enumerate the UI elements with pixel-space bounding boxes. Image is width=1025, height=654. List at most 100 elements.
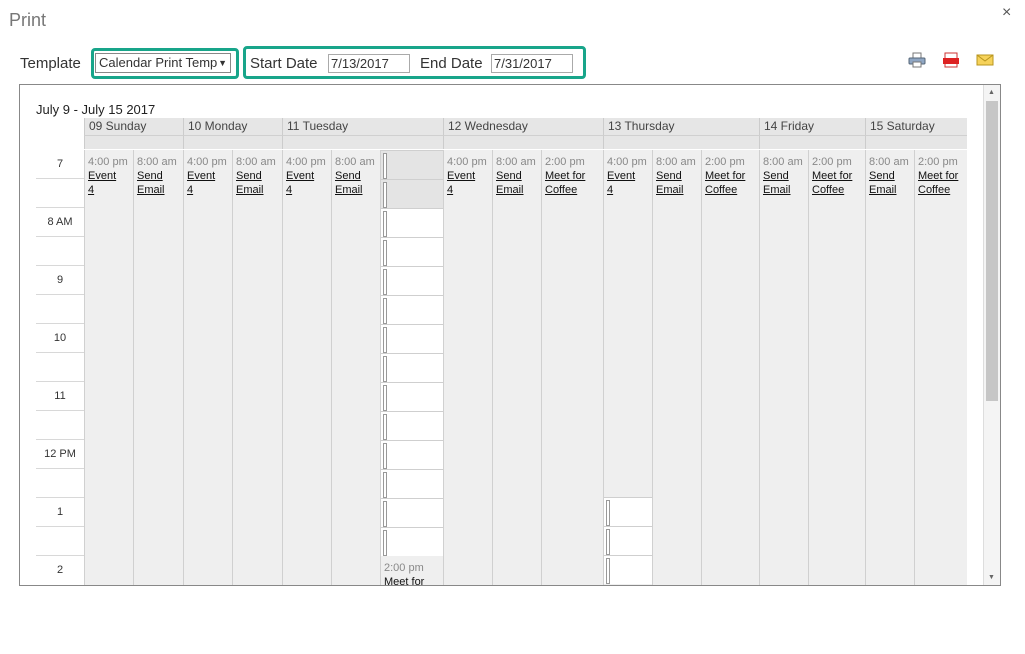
scrollbar-thumb[interactable] (986, 101, 998, 401)
event-title-link[interactable]: Meet for (384, 575, 424, 585)
calendar-event[interactable]: 2:00 pm Meet for (384, 561, 424, 585)
day-column (914, 150, 967, 585)
day-allday-row (759, 135, 865, 149)
hour-label: 2 (56, 564, 64, 576)
scroll-down-icon[interactable]: ▼ (988, 574, 995, 581)
time-slot[interactable] (381, 440, 443, 469)
slot-marker (606, 500, 610, 526)
event-title-link[interactable]: Email (763, 183, 803, 197)
time-slot[interactable] (381, 266, 443, 295)
calendar-event[interactable]: 4:00 pm Event 4 (187, 155, 227, 197)
day-header: 15 Saturday (865, 118, 967, 135)
calendar-event[interactable]: 2:00 pm Meet for Coffee (705, 155, 745, 197)
calendar-event[interactable]: 4:00 pm Event 4 (447, 155, 487, 197)
event-title-link[interactable]: Coffee (705, 183, 745, 197)
event-title-link[interactable]: Meet for (812, 169, 852, 183)
event-title-link[interactable]: Event (447, 169, 487, 183)
calendar-event[interactable]: 2:00 pm Meet for Coffee (918, 155, 958, 197)
event-title-link[interactable]: Send (236, 169, 276, 183)
event-title-link[interactable]: Email (137, 183, 177, 197)
day-column (331, 150, 380, 585)
calendar-event[interactable]: 8:00 am Send Email (335, 155, 375, 197)
day-allday-row (865, 135, 967, 149)
chevron-down-icon: ▼ (218, 58, 227, 68)
event-title-link[interactable]: Coffee (812, 183, 852, 197)
time-slot[interactable] (604, 555, 652, 584)
time-slot[interactable] (381, 411, 443, 440)
day-column (443, 150, 492, 585)
day-column (652, 150, 701, 585)
slot-marker (383, 153, 387, 179)
calendar-event[interactable]: 8:00 am Send Email (137, 155, 177, 197)
event-title-link[interactable]: Meet for (918, 169, 958, 183)
time-slot[interactable] (381, 353, 443, 382)
event-title-link[interactable]: Coffee (918, 183, 958, 197)
time-slot[interactable] (604, 526, 652, 555)
time-slot[interactable] (381, 498, 443, 527)
event-time: 4:00 pm (286, 156, 326, 168)
time-slot[interactable] (381, 527, 443, 556)
time-slot[interactable] (381, 179, 443, 208)
event-title-link[interactable]: Event (607, 169, 647, 183)
event-title-link[interactable]: 4 (607, 183, 647, 197)
start-date-input[interactable]: 7/13/2017 (328, 54, 410, 73)
time-slot[interactable] (381, 150, 443, 179)
week-title: July 9 - July 15 2017 (36, 102, 156, 117)
event-title-link[interactable]: 4 (447, 183, 487, 197)
event-title-link[interactable]: Meet for (705, 169, 745, 183)
scroll-up-icon[interactable]: ▲ (988, 89, 995, 96)
calendar-event[interactable]: 2:00 pm Meet for Coffee (812, 155, 852, 197)
calendar-event[interactable]: 8:00 am Send Email (236, 155, 276, 197)
event-title-link[interactable]: Event (88, 169, 128, 183)
day-header: 10 Monday (183, 118, 282, 135)
printer-icon[interactable] (908, 52, 926, 68)
time-slot[interactable] (604, 497, 652, 526)
email-icon[interactable] (976, 52, 994, 68)
close-icon[interactable]: × (1002, 4, 1011, 22)
event-title-link[interactable]: 4 (187, 183, 227, 197)
event-title-link[interactable]: Email (656, 183, 696, 197)
calendar-event[interactable]: 8:00 am Send Email (763, 155, 803, 197)
event-title-link[interactable]: Event (286, 169, 326, 183)
calendar-event[interactable]: 8:00 am Send Email (869, 155, 909, 197)
hour-label: 12 PM (44, 448, 76, 460)
day-column (183, 150, 232, 585)
event-title-link[interactable]: Email (335, 183, 375, 197)
time-slot[interactable] (381, 237, 443, 266)
event-title-link[interactable]: Send (763, 169, 803, 183)
template-select[interactable]: Calendar Print Temp ▼ (95, 53, 231, 73)
event-title-link[interactable]: Meet for (545, 169, 585, 183)
event-title-link[interactable]: Send (869, 169, 909, 183)
event-title-link[interactable]: Send (496, 169, 536, 183)
event-title-link[interactable]: Send (335, 169, 375, 183)
hour-divider (36, 294, 84, 295)
event-title-link[interactable]: Email (869, 183, 909, 197)
time-slot[interactable] (381, 295, 443, 324)
event-title-link[interactable]: Send (656, 169, 696, 183)
calendar-event[interactable]: 2:00 pm Meet for Coffee (545, 155, 585, 197)
day-column (541, 150, 603, 585)
event-title-link[interactable]: Event (187, 169, 227, 183)
event-title-link[interactable]: 4 (286, 183, 326, 197)
event-title-link[interactable]: Send (137, 169, 177, 183)
slot-marker (383, 269, 387, 295)
calendar-event[interactable]: 4:00 pm Event 4 (607, 155, 647, 197)
end-date-input[interactable]: 7/31/2017 (491, 54, 573, 73)
calendar-event[interactable]: 8:00 am Send Email (656, 155, 696, 197)
time-slot[interactable] (381, 208, 443, 237)
calendar-event[interactable]: 4:00 pm Event 4 (286, 155, 326, 197)
time-slot[interactable] (381, 469, 443, 498)
event-title-link[interactable]: Email (496, 183, 536, 197)
event-title-link[interactable]: Email (236, 183, 276, 197)
event-title-link[interactable]: Coffee (545, 183, 585, 197)
pdf-icon[interactable] (942, 52, 960, 68)
event-title-link[interactable]: 4 (88, 183, 128, 197)
calendar-event[interactable]: 4:00 pm Event 4 (88, 155, 128, 197)
time-slot[interactable] (381, 382, 443, 411)
day-column (232, 150, 282, 585)
time-slot[interactable] (381, 324, 443, 353)
calendar-event[interactable]: 8:00 am Send Email (496, 155, 536, 197)
scrollbar[interactable]: ▲ ▼ (983, 85, 1000, 585)
event-time: 2:00 pm (545, 156, 585, 168)
day-header: 14 Friday (759, 118, 865, 135)
